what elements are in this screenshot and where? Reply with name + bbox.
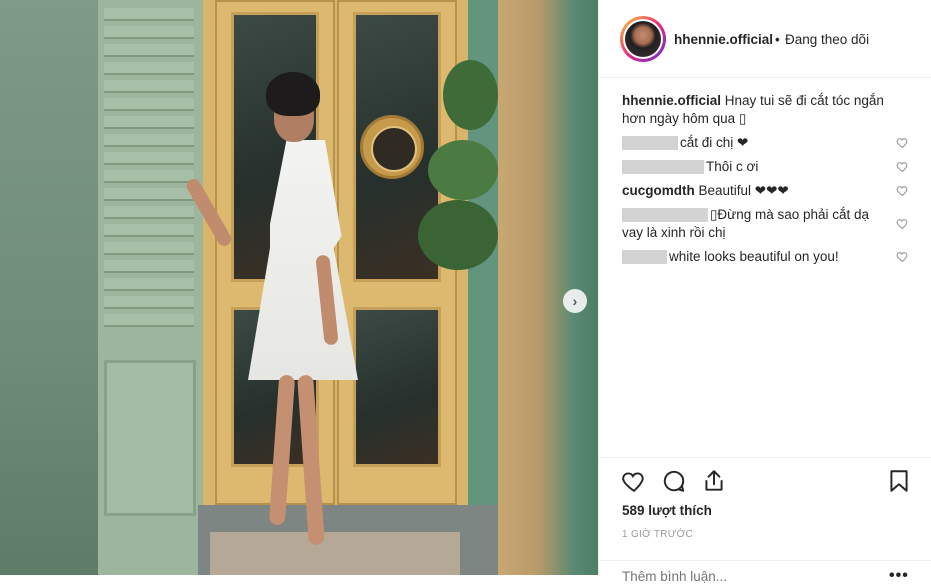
shutter-slat bbox=[104, 242, 194, 255]
plant-leaves bbox=[443, 60, 498, 130]
comment-item: Thôi c ơi bbox=[622, 158, 892, 176]
plant-leaves bbox=[418, 200, 498, 270]
comment-text: Beautiful ❤❤❤ bbox=[698, 183, 789, 198]
add-comment-input[interactable] bbox=[622, 569, 842, 584]
post-header: hhennie.official • Đang theo dõi bbox=[599, 0, 931, 78]
shutter-slat bbox=[104, 62, 194, 75]
blurred-username bbox=[622, 160, 704, 175]
shutter-slat bbox=[104, 296, 194, 309]
comment-like-heart-icon[interactable] bbox=[896, 136, 909, 149]
post-actions: 589 lượt thích 1 GIỜ TRƯỚC ••• bbox=[599, 457, 931, 584]
heart-icon[interactable] bbox=[621, 468, 647, 494]
comment-text: white looks beautiful on you! bbox=[669, 249, 839, 264]
post-sidebar: hhennie.official • Đang theo dõi hhennie… bbox=[598, 0, 931, 584]
shutter-slat bbox=[104, 188, 194, 201]
bookmark-icon[interactable] bbox=[886, 468, 912, 494]
shutter-slat bbox=[104, 8, 194, 21]
comment-item: cucgomdth Beautiful ❤❤❤ bbox=[622, 182, 892, 200]
plant-leaves bbox=[428, 140, 498, 200]
shutter-slat bbox=[104, 170, 194, 183]
blurred-username bbox=[622, 136, 678, 151]
shutter-slat bbox=[104, 44, 194, 57]
shutter-slat bbox=[104, 98, 194, 111]
shutter-slat bbox=[104, 152, 194, 165]
shutter-slat bbox=[104, 224, 194, 237]
post-timestamp[interactable]: 1 GIỜ TRƯỚC bbox=[622, 529, 693, 540]
comment-like-heart-icon[interactable] bbox=[896, 250, 909, 263]
comment-item: ▯Đừng mà sao phải cắt dạ vay là xinh rồi… bbox=[622, 206, 892, 242]
add-comment-bar: ••• bbox=[599, 560, 931, 584]
follow-button[interactable]: Đang theo dõi bbox=[785, 32, 869, 47]
post-media[interactable]: › bbox=[0, 0, 598, 575]
person-hair bbox=[266, 72, 320, 116]
blurred-username bbox=[622, 208, 708, 223]
username-link[interactable]: hhennie.official bbox=[674, 32, 773, 47]
comment-item: white looks beautiful on you! bbox=[622, 248, 892, 266]
cafe-sign-center bbox=[371, 126, 417, 172]
photo-blur-right bbox=[498, 0, 598, 575]
more-icon[interactable]: ••• bbox=[889, 567, 909, 585]
post-caption: hhennie.official Hnay tui sẽ đi cắt tóc … bbox=[622, 92, 902, 128]
shutter-panel bbox=[104, 360, 196, 516]
shutter-slat bbox=[104, 116, 194, 129]
shutter bbox=[98, 0, 206, 575]
shutter-slat bbox=[104, 134, 194, 147]
comment-text: Thôi c ơi bbox=[706, 159, 759, 174]
photo-blur-left bbox=[0, 0, 98, 575]
comment-like-heart-icon[interactable] bbox=[896, 217, 909, 230]
next-photo-button[interactable]: › bbox=[563, 289, 587, 313]
cafe-sign-logo bbox=[360, 115, 424, 179]
post-photo bbox=[98, 0, 498, 575]
chevron-right-icon: › bbox=[572, 293, 578, 309]
shutter-slat bbox=[104, 314, 194, 327]
door-mat bbox=[210, 532, 460, 575]
comment-icon[interactable] bbox=[661, 468, 687, 494]
comment-item: cắt đi chị ❤ bbox=[622, 134, 892, 152]
comment-like-heart-icon[interactable] bbox=[896, 184, 909, 197]
shutter-slat bbox=[104, 260, 194, 273]
door-glass bbox=[353, 307, 441, 467]
avatar-photo bbox=[625, 21, 661, 57]
share-icon[interactable] bbox=[701, 468, 727, 494]
shutter-slat bbox=[104, 278, 194, 291]
comment-text: cắt đi chị ❤ bbox=[680, 135, 749, 150]
shutter-slat bbox=[104, 206, 194, 219]
separator-dot: • bbox=[775, 32, 780, 47]
likes-count[interactable]: 589 lượt thích bbox=[622, 503, 712, 518]
comment-username[interactable]: cucgomdth bbox=[622, 183, 695, 198]
shutter-slat bbox=[104, 26, 194, 39]
comment-like-heart-icon[interactable] bbox=[896, 160, 909, 173]
avatar[interactable] bbox=[620, 16, 666, 62]
shutter-slat bbox=[104, 80, 194, 93]
caption-username[interactable]: hhennie.official bbox=[622, 93, 721, 108]
blurred-username bbox=[622, 250, 667, 265]
